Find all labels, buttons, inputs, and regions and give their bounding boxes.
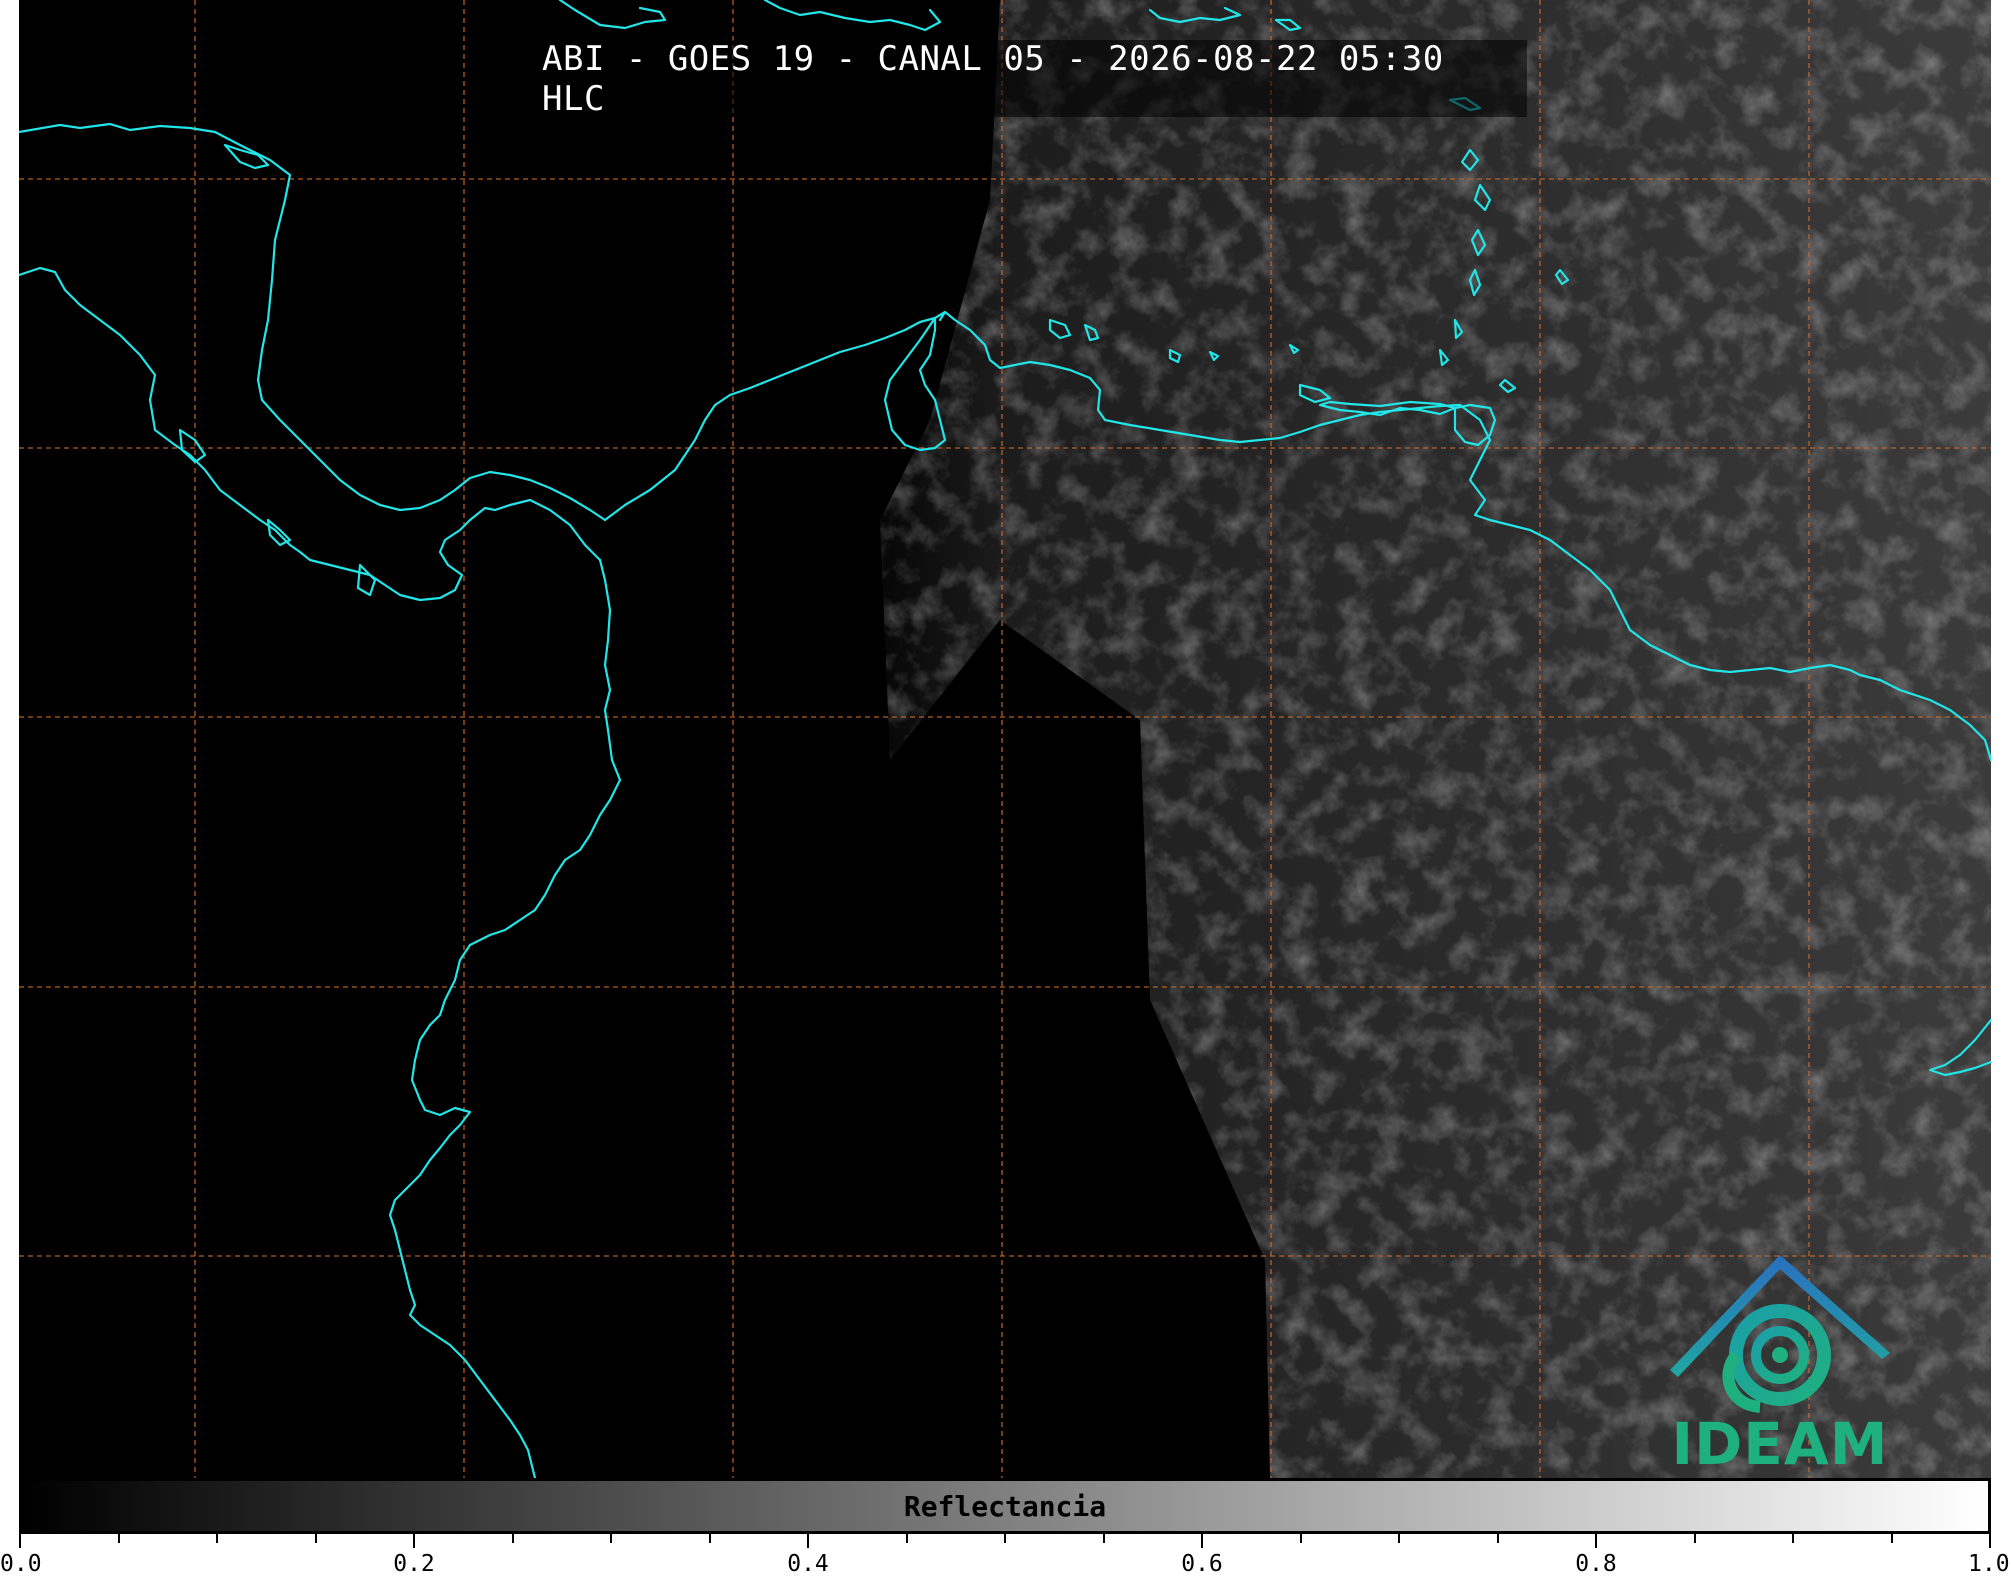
- map-title: ABI - GOES 19 - CANAL 05 - 2026-08-22 05…: [542, 38, 1444, 119]
- colorbar-minor-tick: [1693, 1534, 1696, 1543]
- colorbar-tick-label: 0.2: [393, 1551, 435, 1577]
- colorbar-minor-tick: [117, 1534, 120, 1543]
- colorbar-minor-tick: [1004, 1534, 1006, 1543]
- colorbar-minor-tick: [1890, 1534, 1893, 1543]
- colorbar-minor-tick: [1102, 1534, 1105, 1543]
- colorbar-minor-tick: [1398, 1534, 1400, 1543]
- colorbar-major-tick: [413, 1534, 415, 1548]
- colorbar-major-tick: [1989, 1534, 1991, 1548]
- colorbar-tick-label: 0.8: [1575, 1551, 1617, 1577]
- colorbar-tick-label: 1.0: [1968, 1551, 2010, 1577]
- colorbar-minor-tick: [1496, 1534, 1499, 1543]
- colorbar-major-tick: [1201, 1534, 1203, 1548]
- colorbar-tick-label: 0.4: [787, 1551, 829, 1577]
- colorbar-minor-tick: [216, 1534, 218, 1543]
- colorbar-minor-tick: [708, 1534, 711, 1543]
- colorbar-tick-label: 0.0: [0, 1551, 42, 1577]
- colorbar-minor-tick: [314, 1534, 317, 1543]
- logo-swirl-icon: [1729, 1304, 1831, 1406]
- colorbar-minor-tick: [610, 1534, 612, 1543]
- colorbar-label: Reflectancia: [903, 1489, 1107, 1523]
- colorbar-major-tick: [1595, 1534, 1597, 1548]
- colorbar-minor-tick: [1792, 1534, 1794, 1543]
- colorbar-minor-tick: [511, 1534, 514, 1543]
- colorbar-major-tick: [19, 1534, 21, 1548]
- colorbar-major-tick: [807, 1534, 809, 1548]
- colorbar-minor-tick: [905, 1534, 908, 1543]
- colorbar-minor-tick: [1299, 1534, 1302, 1543]
- logo-text: IDEAM: [1671, 1410, 1889, 1478]
- colorbar-tick-label: 0.6: [1181, 1551, 1223, 1577]
